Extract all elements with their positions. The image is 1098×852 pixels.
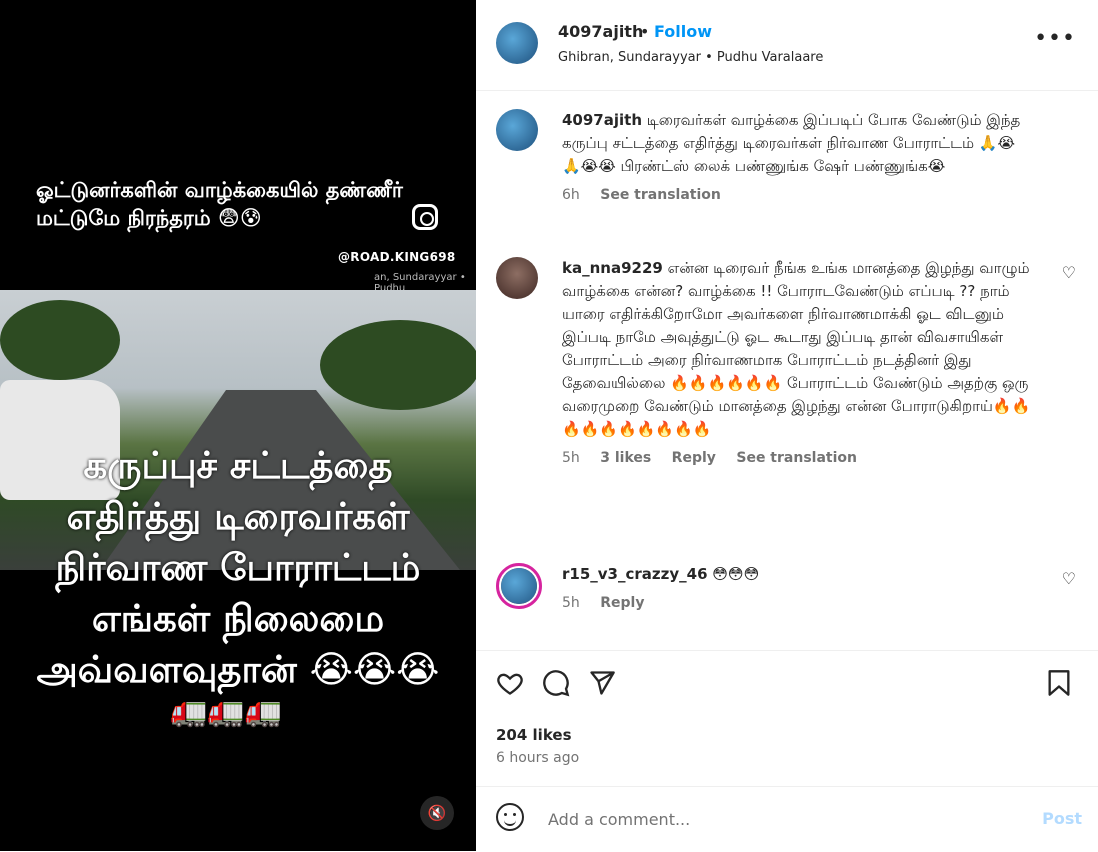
separator-dot: • <box>640 22 650 41</box>
comment-username[interactable]: ka_nna9229 <box>562 259 663 277</box>
tree-shape <box>320 320 476 410</box>
big-text-line: கருப்புச் சட்டத்தை <box>83 444 393 487</box>
avatar[interactable] <box>496 563 542 609</box>
post-timestamp[interactable]: 6 hours ago <box>496 750 579 766</box>
reel-video[interactable]: ஓட்டுனர்களின் வாழ்க்கையில் தண்ணீர் மட்டு… <box>0 0 476 851</box>
comment-time[interactable]: 5h <box>562 450 580 466</box>
post-viewer: ஓட்டுனர்களின் வாழ்க்கையில் தண்ணீர் மட்டு… <box>0 0 1098 851</box>
caption-body: 4097ajith டிரைவர்கள் வாழ்க்கை இப்படிப் ப… <box>562 109 1032 207</box>
avatar[interactable] <box>496 109 538 151</box>
comment-likes[interactable]: 3 likes <box>600 450 651 466</box>
comments-list[interactable]: 4097ajith டிரைவர்கள் வாழ்க்கை இப்படிப் ப… <box>476 91 1098 649</box>
follow-button[interactable]: Follow <box>654 22 712 41</box>
add-comment-bar: Post <box>476 786 1098 852</box>
big-text-line: எங்கள் நிலைமை <box>91 597 385 640</box>
big-text-line: எதிர்த்து டிரைவர்கள் <box>66 495 410 538</box>
post-button[interactable]: Post <box>1042 809 1082 828</box>
big-text-line: அவ்வளவுதான் 😭😭😭 <box>36 648 440 691</box>
comment-body: r15_v3_crazzy_46 😳😳😳 5h Reply <box>562 563 1032 615</box>
video-overlay-caption: ஓட்டுனர்களின் வாழ்க்கையில் தண்ணீர் மட்டு… <box>36 178 403 230</box>
comment-username[interactable]: r15_v3_crazzy_46 <box>562 565 708 583</box>
like-comment-icon[interactable]: ♡ <box>1062 263 1076 282</box>
instagram-icon <box>412 204 438 230</box>
avatar[interactable] <box>496 22 538 64</box>
caption-time[interactable]: 6h <box>562 187 580 203</box>
post-header: 4097ajith • Follow Ghibran, Sundarayyar … <box>476 0 1098 91</box>
video-big-text: கருப்புச் சட்டத்தை எதிர்த்து டிரைவர்கள் … <box>0 440 476 695</box>
author-username[interactable]: 4097ajith <box>558 22 643 41</box>
tree-shape <box>0 300 120 380</box>
speaker-muted-icon: 🔇 <box>427 804 447 822</box>
comment-text: என்ன டிரைவர் நீங்க உங்க மானத்தை இழந்து வ… <box>562 259 1031 438</box>
watermark-handle: @ROAD.KING698 <box>338 250 456 264</box>
avatar[interactable] <box>496 257 538 299</box>
comment-meta: 5h 3 likes Reply See translation <box>562 447 1032 470</box>
mute-button[interactable]: 🔇 <box>420 796 454 830</box>
like-comment-icon[interactable]: ♡ <box>1062 569 1076 588</box>
caption-username[interactable]: 4097ajith <box>562 111 642 129</box>
reply-button[interactable]: Reply <box>672 450 716 466</box>
comment-input[interactable] <box>546 809 1020 830</box>
more-options-icon[interactable]: ••• <box>1034 26 1076 51</box>
action-bar <box>476 650 1098 707</box>
comment-body: ka_nna9229 என்ன டிரைவர் நீங்க உங்க மானத்… <box>562 257 1032 470</box>
see-translation-button[interactable]: See translation <box>736 450 857 466</box>
emoji-icon[interactable] <box>496 803 524 831</box>
comment-icon[interactable] <box>542 669 570 703</box>
likes-count[interactable]: 204 likes <box>496 726 572 744</box>
bookmark-icon[interactable] <box>1046 669 1072 703</box>
caption-meta: 6h See translation <box>562 184 1032 207</box>
share-icon[interactable] <box>588 669 616 703</box>
comment-time[interactable]: 5h <box>562 595 580 611</box>
comment-text: 😳😳😳 <box>712 565 760 583</box>
comment-meta: 5h Reply <box>562 592 1032 615</box>
see-translation-button[interactable]: See translation <box>600 187 721 203</box>
audio-link[interactable]: Ghibran, Sundarayyar • Pudhu Varalaare <box>558 50 823 65</box>
heart-icon[interactable] <box>496 669 524 703</box>
reply-button[interactable]: Reply <box>600 595 644 611</box>
big-text-line: நிர்வாண போராட்டம் <box>55 546 421 589</box>
post-sidebar: 4097ajith • Follow Ghibran, Sundarayyar … <box>476 0 1098 851</box>
truck-emojis: 🚛🚛🚛 <box>170 694 283 729</box>
